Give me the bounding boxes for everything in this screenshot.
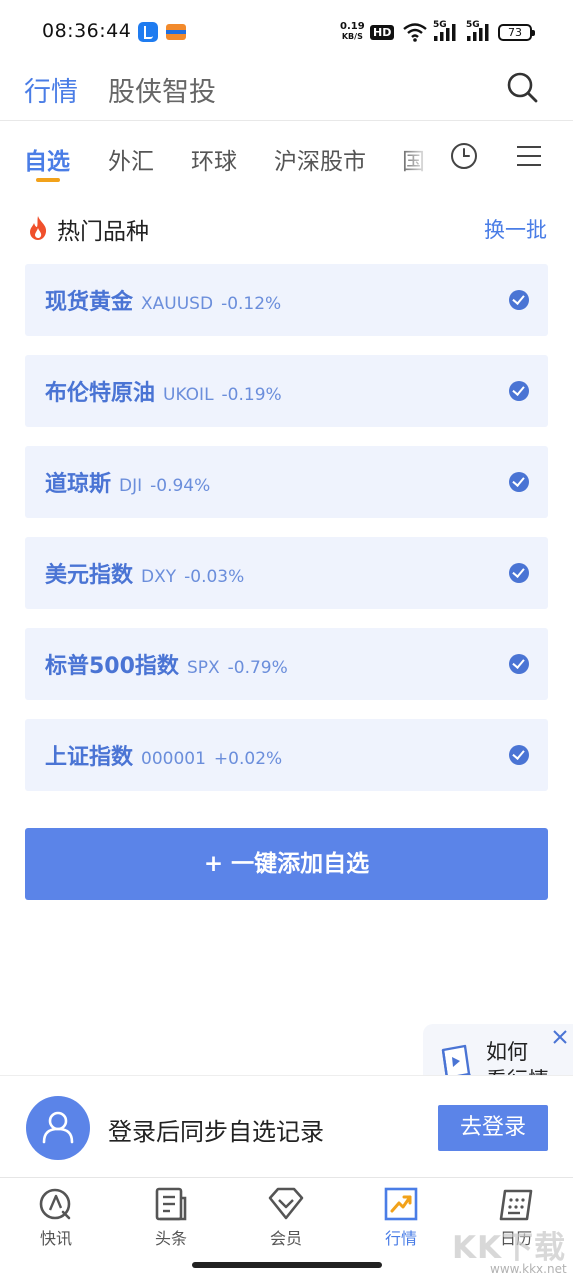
hot-item-change: -0.12% bbox=[221, 294, 282, 314]
network-speed-value: 0.19 bbox=[340, 21, 365, 32]
hot-item-code: DXY bbox=[141, 567, 177, 587]
check-icon[interactable] bbox=[509, 654, 529, 674]
hd-badge: HD bbox=[370, 25, 395, 40]
hot-item-title: 布伦特原油 bbox=[45, 381, 156, 406]
trend-chart-icon bbox=[384, 1187, 418, 1221]
close-icon[interactable] bbox=[551, 1028, 569, 1046]
tab-global[interactable]: 环球 bbox=[191, 142, 237, 176]
clock-icon[interactable] bbox=[450, 142, 478, 170]
hot-item-code: UKOIL bbox=[163, 385, 214, 405]
hot-item-code: 000001 bbox=[141, 749, 206, 769]
hot-item[interactable]: 道琼斯 DJI -0.94% bbox=[25, 446, 548, 518]
hot-item-title: 上证指数 bbox=[45, 745, 134, 770]
hot-item-code: SPX bbox=[186, 658, 220, 678]
tab-watchlist[interactable]: 自选 bbox=[24, 142, 70, 176]
hot-item[interactable]: 标普500指数 SPX -0.79% bbox=[25, 628, 548, 700]
hot-item-name: 标普500指数 SPX -0.79% bbox=[45, 648, 288, 680]
fire-icon bbox=[30, 216, 47, 240]
home-indicator[interactable] bbox=[192, 1262, 382, 1268]
login-button[interactable]: 去登录 bbox=[438, 1105, 548, 1151]
avatar[interactable] bbox=[26, 1096, 90, 1160]
howto-line1: 如何 bbox=[486, 1040, 528, 1064]
login-bar: 登录后同步自选记录 去登录 bbox=[0, 1075, 573, 1177]
nav-member[interactable]: 会员 bbox=[246, 1186, 326, 1256]
hot-item-name: 上证指数 000001 +0.02% bbox=[45, 739, 282, 771]
signal-1-icon: 5G bbox=[433, 20, 461, 46]
tab-fade bbox=[398, 128, 444, 188]
wifi-icon bbox=[403, 23, 427, 42]
signal-2-icon: 5G bbox=[466, 20, 494, 46]
hot-item[interactable]: 美元指数 DXY -0.03% bbox=[25, 537, 548, 609]
hot-item-name: 美元指数 DXY -0.03% bbox=[45, 557, 244, 589]
status-time: 08:36:44 bbox=[42, 20, 132, 42]
nav-headlines-label: 头条 bbox=[154, 1229, 187, 1248]
hot-item-name: 现货黄金 XAUUSD -0.12% bbox=[45, 284, 281, 316]
nav-market[interactable]: 行情 bbox=[361, 1186, 441, 1256]
hot-list: 现货黄金 XAUUSD -0.12% 布伦特原油 UKOIL -0.19% 道琼斯 DJI… bbox=[25, 264, 548, 810]
check-icon[interactable] bbox=[509, 381, 529, 401]
hot-item-name: 布伦特原油 UKOIL -0.19% bbox=[45, 375, 282, 407]
calendar-icon bbox=[499, 1189, 533, 1221]
wallet-notification-icon bbox=[166, 24, 186, 40]
login-prompt: 登录后同步自选记录 bbox=[108, 1118, 324, 1146]
app-notification-icon bbox=[138, 22, 158, 42]
network-speed: 0.19 KB/S bbox=[340, 22, 365, 42]
signal-2-label: 5G bbox=[466, 20, 480, 30]
hot-item-title: 美元指数 bbox=[45, 563, 134, 588]
battery-icon: 73 bbox=[498, 24, 535, 41]
signal-1-label: 5G bbox=[433, 20, 447, 30]
nav-member-label: 会员 bbox=[269, 1229, 302, 1248]
search-icon[interactable] bbox=[505, 70, 541, 106]
diamond-icon bbox=[268, 1187, 304, 1220]
check-icon[interactable] bbox=[509, 290, 529, 310]
hot-item-code: DJI bbox=[119, 476, 143, 496]
tab-smart-invest[interactable]: 股侠智投 bbox=[108, 70, 216, 109]
hot-item-change: -0.94% bbox=[150, 476, 211, 496]
hot-item-title: 道琼斯 bbox=[45, 472, 112, 497]
hot-item-code: XAUUSD bbox=[141, 294, 214, 314]
watermark-url: www.kkx.net bbox=[490, 1262, 567, 1276]
refresh-batch-link[interactable]: 换一批 bbox=[484, 214, 547, 244]
tab-forex[interactable]: 外汇 bbox=[108, 142, 154, 176]
hot-section-header: 热门品种 换一批 bbox=[0, 206, 573, 252]
nav-headlines[interactable]: 头条 bbox=[131, 1186, 211, 1256]
hot-item-title: 现货黄金 bbox=[45, 290, 134, 315]
hot-section-title: 热门品种 bbox=[57, 219, 149, 245]
network-speed-unit: KB/S bbox=[341, 32, 363, 41]
top-header: 行情 股侠智投 bbox=[0, 64, 573, 120]
status-bar: 08:36:44 0.19 KB/S HD 5G 5G 73 bbox=[0, 0, 573, 64]
hot-item-change: -0.79% bbox=[227, 658, 288, 678]
nav-flash-label: 快讯 bbox=[39, 1229, 72, 1248]
watermark-logo: KK下载 bbox=[452, 1230, 567, 1266]
nav-market-label: 行情 bbox=[384, 1229, 417, 1248]
tab-market[interactable]: 行情 bbox=[24, 70, 78, 109]
hot-item[interactable]: 上证指数 000001 +0.02% bbox=[25, 719, 548, 791]
check-icon[interactable] bbox=[509, 745, 529, 765]
hot-item-title: 标普500指数 bbox=[45, 654, 179, 679]
hot-item-change: +0.02% bbox=[213, 749, 283, 769]
add-all-watchlist-button[interactable]: + 一键添加自选 bbox=[25, 828, 548, 900]
category-tabs: 自选 外汇 环球 沪深股市 国 bbox=[0, 128, 573, 188]
compass-pen-icon bbox=[39, 1188, 71, 1220]
header-divider bbox=[0, 120, 573, 121]
hot-item[interactable]: 布伦特原油 UKOIL -0.19% bbox=[25, 355, 548, 427]
user-icon bbox=[42, 1111, 74, 1144]
menu-icon[interactable] bbox=[515, 144, 543, 168]
hot-item-change: -0.19% bbox=[221, 385, 282, 405]
hot-item-change: -0.03% bbox=[184, 567, 245, 587]
nav-flash[interactable]: 快讯 bbox=[16, 1186, 96, 1256]
hot-item[interactable]: 现货黄金 XAUUSD -0.12% bbox=[25, 264, 548, 336]
tab-a-shares[interactable]: 沪深股市 bbox=[274, 142, 366, 176]
hot-item-name: 道琼斯 DJI -0.94% bbox=[45, 466, 210, 498]
check-icon[interactable] bbox=[509, 472, 529, 492]
check-icon[interactable] bbox=[509, 563, 529, 583]
news-icon bbox=[155, 1187, 187, 1221]
active-tab-underline bbox=[36, 178, 60, 182]
